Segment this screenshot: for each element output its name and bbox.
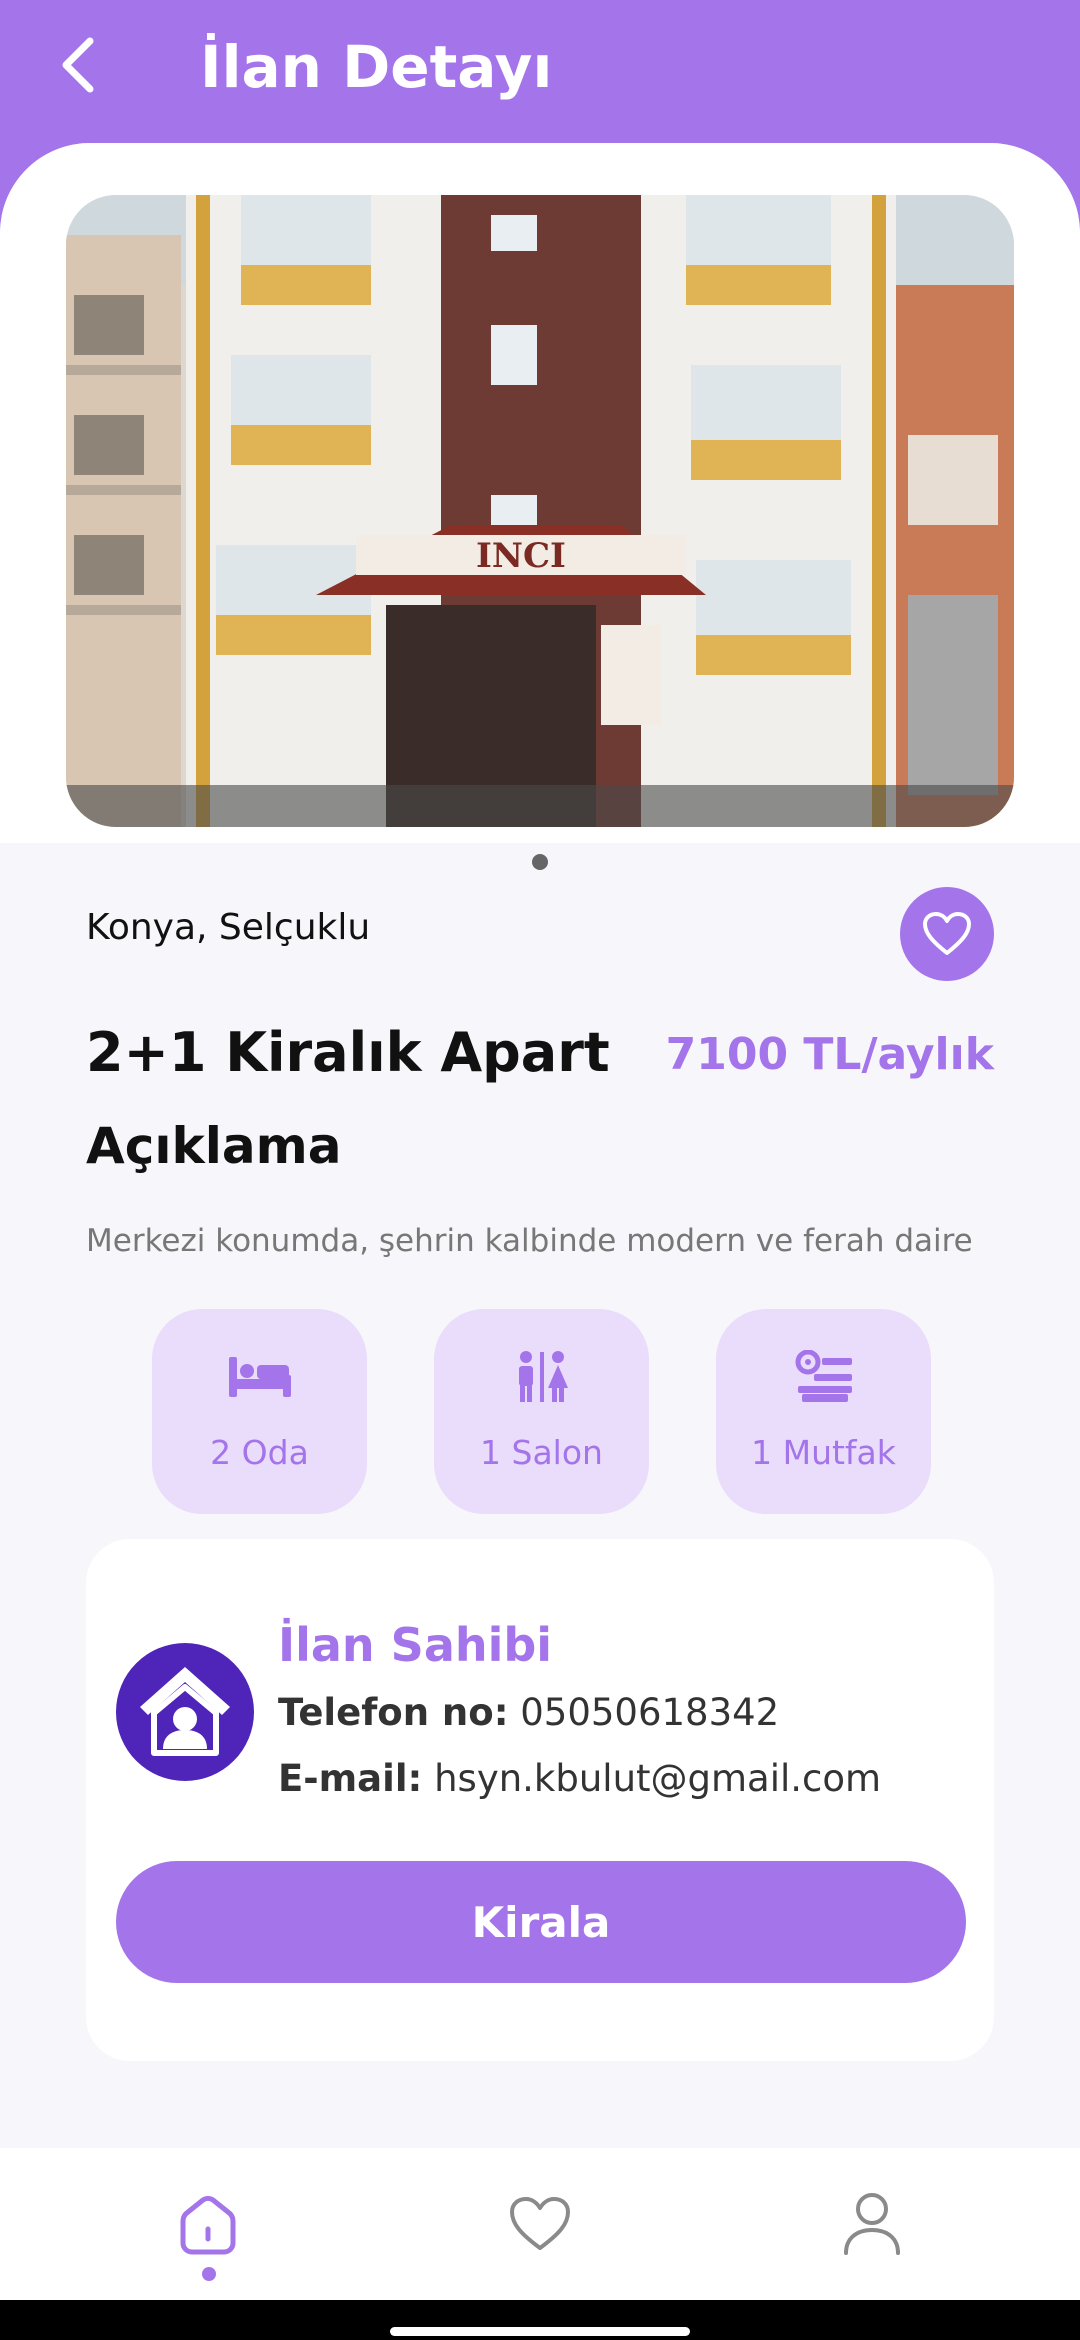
avatar: [116, 1643, 254, 1781]
feature-label: 1 Salon: [480, 1433, 603, 1472]
back-button[interactable]: [48, 30, 108, 100]
image-carousel[interactable]: INCI: [66, 195, 1014, 827]
listing-location: Konya, Selçuklu: [86, 907, 371, 948]
feature-rooms: 2 Oda: [152, 1309, 367, 1514]
feature-kitchen: 1 Mutfak: [716, 1309, 931, 1514]
nav-profile[interactable]: [772, 2148, 972, 2300]
feature-salon: 1 Salon: [434, 1309, 649, 1514]
page-title: İlan Detayı: [200, 33, 553, 101]
house-user-icon: [140, 1667, 230, 1756]
bottom-navigation: [0, 2148, 1080, 2300]
heart-icon: [510, 2197, 570, 2250]
kitchen-icon: [795, 1350, 852, 1402]
home-icon: [180, 2196, 236, 2255]
heart-icon: [923, 912, 971, 955]
nav-favorites[interactable]: [440, 2148, 640, 2300]
people-icon: [518, 1351, 568, 1402]
owner-phone-row: Telefon no: 05050618342: [278, 1687, 779, 1739]
owner-email-row: E-mail: hsyn.kbulut@gmail.com: [278, 1753, 881, 1805]
detail-content[interactable]: INCI Konya, Selçuklu 2+1 Kiralık Apart 7…: [0, 143, 1080, 2148]
email-value[interactable]: hsyn.kbulut@gmail.com: [434, 1757, 881, 1800]
carousel-dot: [532, 854, 548, 870]
description-heading: Açıklama: [86, 1117, 342, 1175]
svg-text:INCI: INCI: [476, 536, 566, 576]
app-header: İlan Detayı: [0, 0, 1080, 150]
carousel-indicator: [532, 854, 548, 870]
phone-value[interactable]: 05050618342: [520, 1691, 779, 1734]
app-screen: İlan Detayı INCI Konya, Selçuklu 2+1 Kir…: [0, 0, 1080, 2340]
description-text: Merkezi konumda, şehrin kalbinde modern …: [86, 1223, 973, 1259]
phone-label: Telefon no:: [278, 1691, 509, 1734]
feature-list: 2 Oda 1 Salon 1 Mutfak: [152, 1309, 931, 1514]
owner-title: İlan Sahibi: [278, 1618, 553, 1672]
chevron-left-icon: [62, 37, 94, 93]
home-indicator[interactable]: [390, 2327, 690, 2336]
feature-label: 2 Oda: [210, 1433, 309, 1472]
nav-active-indicator: [202, 2267, 216, 2281]
listing-title: 2+1 Kiralık Apart: [86, 1021, 610, 1084]
favorite-button[interactable]: [900, 887, 994, 981]
listing-price: 7100 TL/aylık: [665, 1029, 994, 1080]
user-icon: [844, 2193, 900, 2255]
listing-photo: INCI: [66, 195, 1014, 827]
bed-icon: [228, 1357, 291, 1397]
rent-button[interactable]: Kirala: [116, 1861, 966, 1983]
email-label: E-mail:: [278, 1757, 423, 1800]
owner-card: İlan Sahibi Telefon no: 05050618342 E-ma…: [86, 1539, 994, 2061]
feature-label: 1 Mutfak: [751, 1433, 896, 1472]
